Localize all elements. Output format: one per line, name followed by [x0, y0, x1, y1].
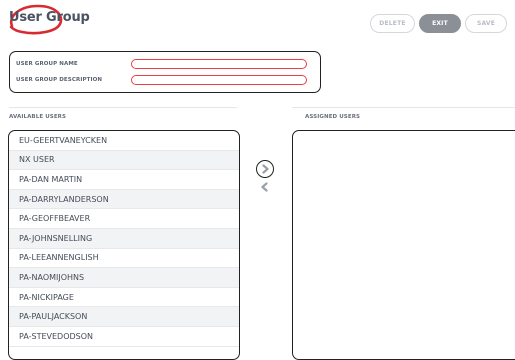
name-row: USER GROUP NAME: [16, 58, 307, 70]
list-item[interactable]: PA-PAULJACKSON: [9, 307, 239, 327]
list-item[interactable]: PA-LEEANNENGLISH: [9, 249, 239, 269]
page-title-area: User Group: [6, 2, 90, 36]
chevron-right-icon: [261, 164, 269, 174]
action-bar: DELETE EXIT SAVE: [370, 14, 507, 33]
move-to-available-button[interactable]: [258, 180, 270, 194]
group-description-label: USER GROUP DESCRIPTION: [16, 77, 103, 83]
assigned-divider: [292, 107, 515, 108]
assigned-users-label: ASSIGNED USERS: [305, 114, 361, 120]
list-item[interactable]: PA-NAOMIJOHNS: [9, 268, 239, 288]
group-form: USER GROUP NAME USER GROUP DESCRIPTION: [9, 51, 321, 93]
move-to-assigned-button[interactable]: [256, 160, 274, 178]
chevron-left-icon: [260, 182, 268, 192]
description-row: USER GROUP DESCRIPTION: [16, 74, 307, 86]
available-divider: [9, 107, 237, 108]
list-item[interactable]: PA-DAN MARTIN: [9, 170, 239, 190]
group-description-input[interactable]: [131, 75, 307, 85]
list-item[interactable]: PA-STEVEDODSON: [9, 327, 239, 347]
group-name-label: USER GROUP NAME: [16, 61, 78, 67]
group-name-input[interactable]: [131, 59, 307, 69]
save-button[interactable]: SAVE: [465, 14, 507, 33]
list-item[interactable]: PA-JOHNSNELLING: [9, 228, 239, 249]
list-item[interactable]: NX USER: [9, 150, 239, 171]
page-title: User Group: [9, 10, 90, 25]
delete-button[interactable]: DELETE: [370, 14, 415, 33]
exit-button[interactable]: EXIT: [419, 14, 461, 33]
list-item[interactable]: PA-GEOFFBEAVER: [9, 209, 239, 229]
list-item[interactable]: EU-GEERTVANEYCKEN: [9, 131, 239, 151]
available-users-label: AVAILABLE USERS: [9, 114, 67, 120]
assigned-users-list[interactable]: [292, 130, 515, 360]
list-item[interactable]: PA-DARRYLANDERSON: [9, 189, 239, 210]
list-item[interactable]: PA-NICKIPAGE: [9, 288, 239, 308]
available-users-list[interactable]: EU-GEERTVANEYCKEN NX USER PA-DAN MARTIN …: [8, 130, 240, 360]
